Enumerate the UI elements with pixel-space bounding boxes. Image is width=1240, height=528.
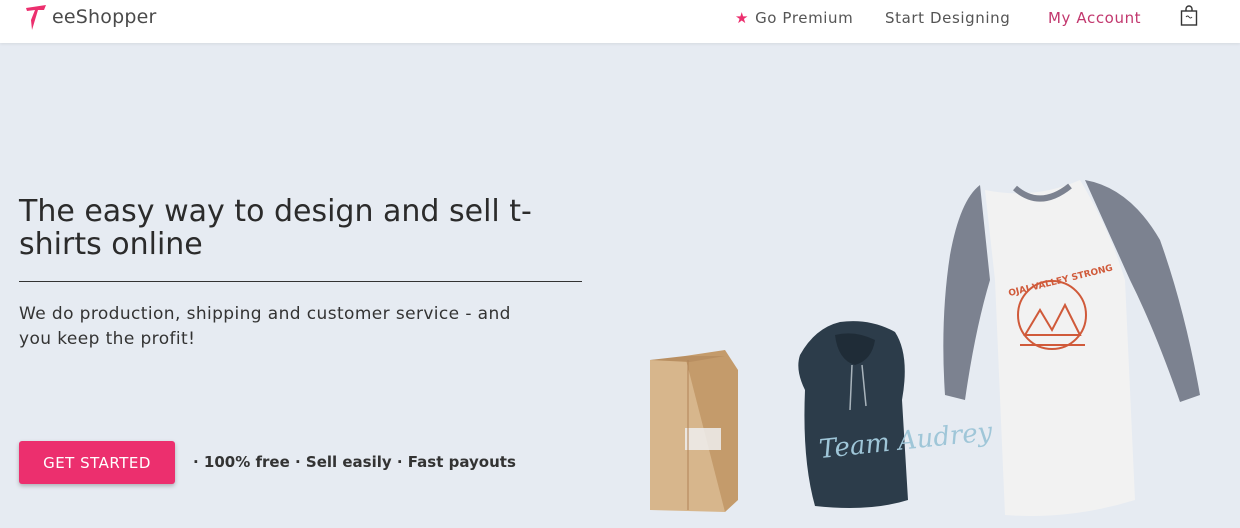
feature-list: · 100% free · Sell easily · Fast payouts <box>193 453 516 471</box>
nav-my-account[interactable]: My Account <box>1048 9 1141 27</box>
raglan-tshirt-image: OJAI VALLEY STRONG <box>943 180 1200 516</box>
hero-headline: The easy way to design and sell t-shirts… <box>19 194 532 262</box>
get-started-button[interactable]: GET STARTED <box>19 441 175 484</box>
logo-text: eeShopper <box>52 6 157 28</box>
hero-subtext: We do production, shipping and customer … <box>19 304 511 349</box>
star-icon: ★ <box>735 9 750 27</box>
cart-button[interactable] <box>1180 5 1198 31</box>
logo[interactable]: eeShopper <box>24 2 157 32</box>
nav-start-designing[interactable]: Start Designing <box>885 9 1010 27</box>
nav-go-premium[interactable]: ★ Go Premium <box>735 9 853 27</box>
teeshopper-logo-icon <box>26 5 46 30</box>
shopping-bag-icon <box>1180 5 1198 26</box>
product-showcase: Team Audrey OJAI VALLEY STRONG <box>640 170 1240 524</box>
hero-divider <box>19 281 582 282</box>
top-nav-bar: eeShopper ★ Go Premium Start Designing M… <box>0 0 1240 43</box>
shipping-box-image <box>650 350 738 512</box>
nav-go-premium-label: Go Premium <box>755 9 854 27</box>
